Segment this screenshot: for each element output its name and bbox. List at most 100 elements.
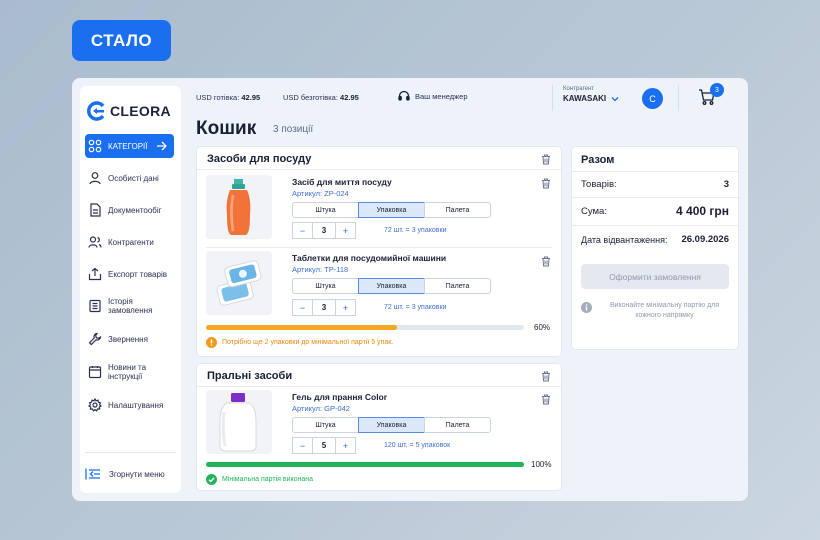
summary-sum-row: Сума: 4 400 грн — [581, 204, 729, 218]
batch-status: Потрібно ще 2 упаковки до мінімальної па… — [206, 337, 393, 348]
unit-selector: Штука Упаковка Палета — [292, 417, 491, 433]
place-order-button[interactable]: Оформити замовлення — [581, 264, 729, 289]
summary-info: Виконайте мінімальну партію для кожного … — [581, 301, 731, 321]
unit-option-package[interactable]: Упаковка — [358, 278, 425, 294]
increment-button[interactable]: + — [335, 222, 356, 239]
unit-option-piece[interactable]: Штука — [292, 202, 359, 218]
info-icon — [581, 302, 592, 313]
product-name[interactable]: Засіб для миття посуду — [292, 177, 392, 187]
cart-count-badge: 3 — [710, 83, 724, 97]
sidebar-item-history[interactable]: Історія замовлення — [85, 294, 174, 318]
unit-option-pallet[interactable]: Палета — [424, 278, 491, 294]
laundry-gel-bottle-icon — [206, 390, 272, 454]
summary-title: Разом — [581, 154, 615, 166]
sidebar-item-label: Налаштування — [108, 400, 164, 410]
batch-status: Мінімальна партія виконана — [206, 474, 313, 485]
decrement-button[interactable]: − — [292, 299, 313, 316]
sidebar-item-settings[interactable]: Налаштування — [85, 393, 174, 417]
group-title: Пральні засоби — [207, 370, 293, 382]
sidebar-item-label: Історія замовлення — [108, 297, 153, 315]
unit-option-package[interactable]: Упаковка — [358, 202, 425, 218]
unit-option-pallet[interactable]: Палета — [424, 202, 491, 218]
trash-icon[interactable] — [541, 256, 551, 267]
unit-selector: Штука Упаковка Палета — [292, 278, 491, 294]
unit-option-pallet[interactable]: Палета — [424, 417, 491, 433]
cart-button[interactable]: 3 — [698, 83, 724, 108]
items-label: Товарів: — [581, 179, 617, 190]
sidebar-item-personal[interactable]: Особисті дані — [85, 166, 174, 190]
group-divider — [197, 386, 561, 387]
sidebar-item-appeals[interactable]: Звернення — [85, 327, 174, 351]
brand-logo[interactable]: CLEORA — [87, 101, 171, 121]
topbar-divider — [552, 85, 553, 111]
min-batch-progress — [206, 325, 524, 330]
sidebar-item-news[interactable]: Новини та інструкції — [85, 360, 174, 384]
sidebar-item-categories[interactable]: КАТЕГОРІЇ — [85, 134, 174, 158]
sidebar-item-label: Експорт товарів — [108, 269, 167, 279]
manager-label: Ваш менеджер — [415, 91, 468, 101]
sidebar-item-label: Особисті дані — [108, 173, 159, 183]
warning-icon — [206, 337, 217, 348]
item-divider — [206, 247, 552, 248]
quantity-value[interactable]: 3 — [312, 299, 336, 316]
increment-button[interactable]: + — [335, 437, 356, 454]
product-image[interactable] — [206, 175, 272, 239]
product-sku: Артикул: GP-042 — [292, 404, 350, 413]
contractor-value: KAWASAKI — [563, 94, 607, 103]
batch-status-text: Мінімальна партія виконана — [222, 476, 314, 483]
sidebar-item-label: Новини та інструкції — [108, 363, 147, 381]
usd-noncash-rate: USD безготівка: 42.95 — [283, 93, 359, 102]
stalo-badge: СТАЛО — [72, 20, 171, 61]
usd-cash-value: 42.95 — [241, 93, 261, 102]
increment-button[interactable]: + — [335, 299, 356, 316]
sidebar-item-contractors[interactable]: Контрагенти — [85, 230, 174, 254]
date-value: 26.09.2026 — [681, 234, 729, 245]
grid-icon — [88, 139, 102, 153]
trash-icon[interactable] — [541, 178, 551, 189]
headset-icon — [398, 90, 410, 101]
group-title: Засоби для посуду — [207, 153, 312, 165]
avatar[interactable]: C — [642, 88, 663, 109]
collapse-menu-button[interactable]: Згорнути меню — [85, 467, 165, 481]
summary-date-row: Дата відвантаження: 26.09.2026 — [581, 234, 729, 245]
summary-panel: Разом Товарів: 3 Сума: 4 400 грн Дата ві… — [571, 146, 739, 350]
quantity-value[interactable]: 5 — [312, 437, 336, 454]
decrement-button[interactable]: − — [292, 437, 313, 454]
summary-info-text: Виконайте мінімальну партію для кожного … — [609, 302, 720, 319]
trash-icon[interactable] — [541, 154, 551, 165]
trash-icon[interactable] — [541, 371, 551, 382]
document-icon — [90, 203, 101, 217]
product-name[interactable]: Гель для прання Color — [292, 392, 387, 402]
product-image[interactable] — [206, 251, 272, 315]
unit-option-piece[interactable]: Штука — [292, 417, 359, 433]
sidebar-item-export[interactable]: Експорт товарів — [85, 262, 174, 286]
usd-cash-label: USD готівка: — [196, 93, 240, 102]
product-sku: Артикул: TP-118 — [292, 265, 349, 274]
sidebar-item-label: КАТЕГОРІЇ — [108, 141, 148, 151]
collapse-menu-label: Згорнути меню — [109, 469, 165, 479]
decrement-button[interactable]: − — [292, 222, 313, 239]
product-name[interactable]: Таблетки для посудомийної машини — [292, 253, 446, 263]
quantity-value[interactable]: 3 — [312, 222, 336, 239]
unit-option-package[interactable]: Упаковка — [358, 417, 425, 433]
batch-status-text: Потрібно ще 2 упаковки до мінімальної па… — [222, 339, 394, 346]
brand-name: CLEORA — [110, 103, 171, 119]
page-title: Кошик — [196, 118, 257, 139]
trash-icon[interactable] — [541, 394, 551, 405]
summary-divider — [572, 197, 738, 198]
product-image[interactable] — [206, 390, 272, 454]
date-label: Дата відвантаження: — [581, 234, 668, 245]
usd-noncash-value: 42.95 — [340, 93, 359, 102]
unit-option-piece[interactable]: Штука — [292, 278, 359, 294]
progress-percent: 100% — [531, 460, 552, 469]
quantity-stepper: − 3 + — [292, 299, 356, 316]
chevron-down-icon — [611, 96, 619, 101]
quantity-note: 72 шт. = 3 упаковки — [384, 304, 447, 311]
progress-fill — [206, 325, 397, 330]
sidebar-item-documents[interactable]: Документообіг — [85, 198, 174, 222]
arrow-right-icon — [157, 141, 167, 151]
contractor-select[interactable]: Контрагент KAWASAKI — [563, 86, 619, 103]
items-value: 3 — [723, 179, 729, 190]
manager-link[interactable]: Ваш менеджер — [398, 90, 468, 102]
sidebar: CLEORA КАТЕГОРІЇ Особисті дані Документо… — [80, 86, 181, 493]
